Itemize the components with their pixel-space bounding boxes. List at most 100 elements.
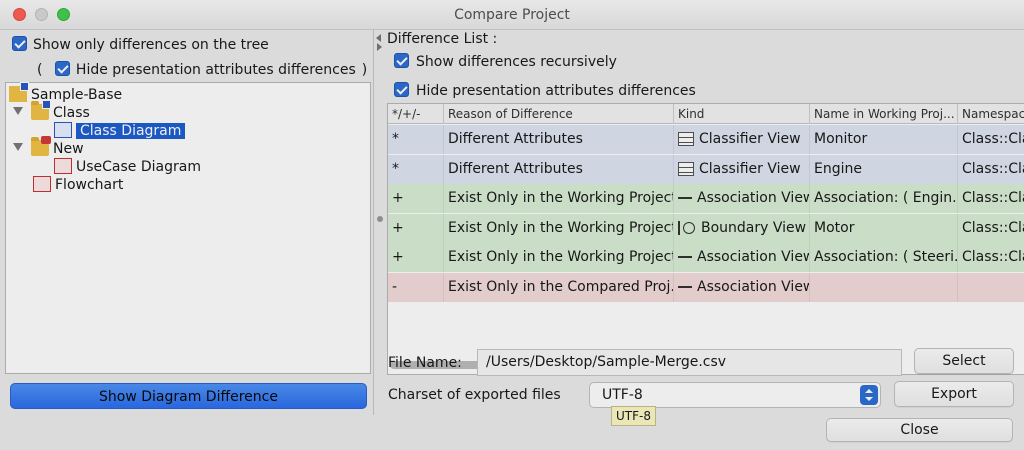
cell-reason: Exist Only in the Working Project: [444, 184, 674, 213]
tree-node-class[interactable]: Class: [13, 100, 90, 122]
show-only-differences-option[interactable]: Show only differences on the tree: [12, 36, 269, 53]
table-row[interactable]: + Exist Only in the Working Project Associ…: [388, 184, 1024, 213]
column-header-reason[interactable]: Reason of Difference: [444, 104, 674, 124]
tree-node-class-diagram[interactable]: Class Diagram: [54, 122, 186, 140]
hide-presentation-list-option[interactable]: Hide presentation attributes differences: [394, 82, 696, 99]
cell-namespace: Class::Cla: [958, 125, 1024, 154]
paren-close: ): [361, 62, 368, 78]
tree-node-sample-base[interactable]: Sample-Base: [9, 82, 122, 104]
table-header: */+/- Reason of Difference Kind Name in …: [388, 104, 1024, 124]
cell-op: -: [388, 272, 444, 302]
cell-name: Motor: [810, 213, 958, 243]
select-button[interactable]: Select: [914, 348, 1014, 374]
cell-name: Association: ( Engin...: [810, 184, 958, 213]
classifier-view-icon: [678, 132, 694, 146]
paren-open: (: [37, 62, 43, 78]
cell-namespace: Class::Cla: [958, 155, 1024, 184]
tree-node-label: Flowchart: [55, 177, 124, 193]
cell-kind-label: Classifier View: [699, 131, 801, 147]
tree-node-flowchart[interactable]: Flowchart: [33, 176, 123, 194]
hide-presentation-tree-checkbox[interactable]: [54, 61, 70, 76]
left-panel: Show only differences on the tree ( Hide…: [0, 30, 372, 415]
charset-value: UTF-8: [602, 387, 643, 403]
collapse-left-icon[interactable]: [376, 34, 381, 42]
column-header-namespace[interactable]: Namespac: [958, 104, 1024, 124]
cell-kind: Association View: [674, 243, 810, 272]
tree-node-label: New: [53, 141, 84, 157]
show-diagram-difference-button[interactable]: Show Diagram Difference: [10, 383, 367, 409]
cell-kind: Classifier View: [674, 125, 810, 154]
classifier-view-icon: [678, 161, 694, 176]
cell-reason: Different Attributes: [444, 125, 674, 154]
tree-node-label: UseCase Diagram: [76, 159, 201, 175]
expand-arrow-icon[interactable]: [13, 107, 23, 115]
cell-name: Monitor: [810, 125, 958, 154]
show-recursive-option[interactable]: Show differences recursively: [394, 53, 617, 70]
hide-presentation-tree-label: Hide presentation attributes differences: [75, 62, 356, 78]
splitter-grip-icon[interactable]: [377, 216, 383, 222]
cell-kind-label: Association View: [697, 278, 810, 295]
association-view-icon: [678, 256, 692, 258]
cell-namespace: [958, 273, 1024, 302]
tree-node-new[interactable]: New: [13, 136, 84, 158]
cell-kind-label: Boundary View: [701, 219, 807, 236]
cell-namespace: Class::Cla: [958, 184, 1024, 213]
charset-label: Charset of exported files: [388, 387, 561, 403]
table-row[interactable]: * Different Attributes Classifier View Engi…: [388, 154, 1024, 184]
show-recursive-checkbox[interactable]: [394, 53, 409, 68]
hide-presentation-tree-option[interactable]: ( Hide presentation attributes differenc…: [37, 61, 367, 78]
cell-reason: Exist Only in the Working Project: [444, 243, 674, 272]
cell-op: +: [388, 243, 444, 272]
file-name-field[interactable]: /Users/Desktop/Sample-Merge.csv: [477, 349, 902, 376]
title-bar: Compare Project: [0, 0, 1024, 30]
column-header-op[interactable]: */+/-: [388, 104, 444, 124]
usecase-diagram-icon: [54, 158, 72, 174]
cell-namespace: Class::Cla: [958, 214, 1024, 243]
hide-presentation-list-checkbox[interactable]: [394, 82, 409, 97]
expand-arrow-icon[interactable]: [13, 143, 23, 151]
column-header-name[interactable]: Name in Working Proj...: [810, 104, 958, 124]
table-row[interactable]: + Exist Only in the Working Project Bounda…: [388, 213, 1024, 243]
hide-presentation-list-label: Hide presentation attributes differences: [416, 83, 696, 99]
cell-kind-label: Association View: [697, 190, 810, 206]
cell-name: [810, 272, 958, 302]
folder-new-icon: [31, 136, 51, 156]
cell-kind-label: Association View: [697, 249, 810, 265]
cell-op: +: [388, 213, 444, 243]
association-view-icon: [678, 197, 692, 199]
cell-reason: Different Attributes: [444, 154, 674, 184]
cell-namespace: Class::Cla: [958, 243, 1024, 272]
cell-kind: Association View: [674, 184, 810, 213]
tree-node-usecase-diagram[interactable]: UseCase Diagram: [54, 158, 201, 176]
show-only-differences-checkbox[interactable]: [12, 36, 27, 51]
charset-tooltip: UTF-8: [611, 406, 656, 426]
cell-reason: Exist Only in the Working Project: [444, 213, 674, 243]
folder-class-icon: [31, 100, 51, 120]
close-button[interactable]: Close: [826, 418, 1013, 442]
table-row[interactable]: + Exist Only in the Working Project Associ…: [388, 243, 1024, 272]
tree-node-label-selected: Class Diagram: [76, 123, 186, 139]
cell-reason: Exist Only in the Compared Proj...: [444, 272, 674, 302]
column-header-kind[interactable]: Kind: [674, 104, 810, 124]
table-row[interactable]: - Exist Only in the Compared Proj... Assoc…: [388, 272, 1024, 302]
splitter[interactable]: [373, 30, 381, 415]
export-button[interactable]: Export: [894, 381, 1014, 407]
difference-table[interactable]: */+/- Reason of Difference Kind Name in …: [387, 103, 1024, 375]
project-icon: [9, 82, 29, 102]
show-recursive-label: Show differences recursively: [416, 54, 617, 70]
collapse-right-icon[interactable]: [377, 43, 382, 51]
charset-select[interactable]: UTF-8: [589, 382, 881, 408]
file-name-label: File Name:: [388, 355, 462, 371]
cell-kind: Classifier View: [674, 154, 810, 184]
cell-kind-label: Classifier View: [699, 160, 801, 177]
project-tree[interactable]: Sample-Base Class Class Diagram New UseC…: [5, 82, 371, 374]
boundary-view-icon: [678, 220, 696, 235]
window-title: Compare Project: [454, 7, 570, 23]
tree-node-label: Class: [53, 105, 90, 121]
cell-kind: Association View: [674, 272, 810, 302]
table-row[interactable]: * Different Attributes Classifier View Moni…: [388, 125, 1024, 154]
show-only-differences-label: Show only differences on the tree: [33, 37, 269, 53]
flowchart-icon: [33, 176, 51, 192]
cell-name: Association: ( Steeri...: [810, 243, 958, 272]
select-arrows-icon[interactable]: [860, 385, 878, 405]
